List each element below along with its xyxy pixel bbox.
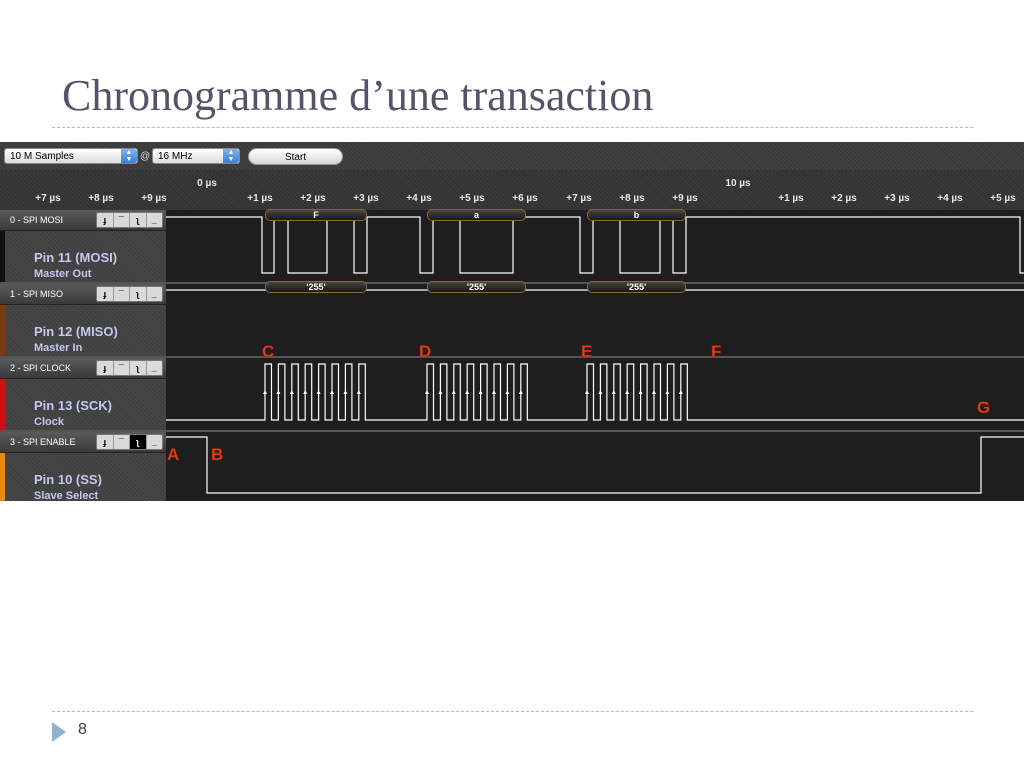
sample-arrow-icon	[492, 390, 496, 394]
sample-arrow-icon	[585, 390, 589, 394]
sample-arrow-icon	[518, 390, 523, 394]
clock-trace	[166, 363, 1024, 421]
sample-arrow-icon	[289, 390, 294, 394]
sample-arrow-icon	[678, 390, 683, 394]
sample-arrow-icon	[625, 390, 630, 394]
sample-arrow-icon	[598, 390, 603, 394]
sample-arrow-icon	[611, 390, 616, 394]
marker-a: A	[167, 445, 179, 464]
slide-title: Chronogramme d’une transaction	[62, 71, 654, 120]
sample-arrow-icon	[465, 390, 470, 394]
marker-e: E	[581, 342, 592, 361]
logic-analyzer-screenshot: 10 M Samples ▲ ▼ @ 16 MHz ▲ ▼ Start 0 µs 1…	[0, 142, 1024, 501]
title-divider	[52, 127, 973, 128]
sample-arrow-icon	[505, 390, 510, 394]
sample-arrow-icon	[438, 390, 443, 394]
decoded-miso-byte: '255'	[587, 281, 686, 293]
marker-f: F	[711, 342, 721, 361]
sample-arrow-icon	[478, 390, 483, 394]
decoded-miso-byte: '255'	[427, 281, 526, 293]
mosi-trace	[166, 216, 1024, 274]
enable-trace	[166, 436, 1024, 494]
decoded-mosi-byte: F	[265, 209, 367, 221]
sample-arrow-icon	[316, 390, 321, 394]
decoded-mosi-byte: b	[587, 209, 686, 221]
sample-arrow-icon	[263, 390, 267, 394]
sample-arrow-icon	[665, 390, 670, 394]
decoded-miso-byte: '255'	[265, 281, 367, 293]
page-number: 8	[78, 721, 87, 738]
marker-g: G	[977, 398, 990, 417]
marker-d: D	[419, 342, 431, 361]
decoded-mosi-byte: a	[427, 209, 526, 221]
sample-arrow-icon	[330, 390, 334, 394]
footer-divider	[52, 711, 973, 712]
sample-arrow-icon	[276, 390, 281, 394]
sample-arrow-icon	[652, 390, 656, 394]
marker-c: C	[262, 342, 274, 361]
sample-arrow-icon	[356, 390, 361, 394]
clock-waveform	[166, 363, 1024, 421]
sample-arrow-icon	[638, 390, 643, 394]
sample-arrow-icon	[303, 390, 308, 394]
waveform-traces: A B C D E F G	[166, 216, 1024, 494]
footer-bullet-icon	[52, 722, 66, 742]
sample-arrow-icon	[451, 390, 456, 394]
sample-arrow-icon	[343, 390, 348, 394]
sample-arrow-icon	[425, 390, 429, 394]
marker-b: B	[211, 445, 223, 464]
